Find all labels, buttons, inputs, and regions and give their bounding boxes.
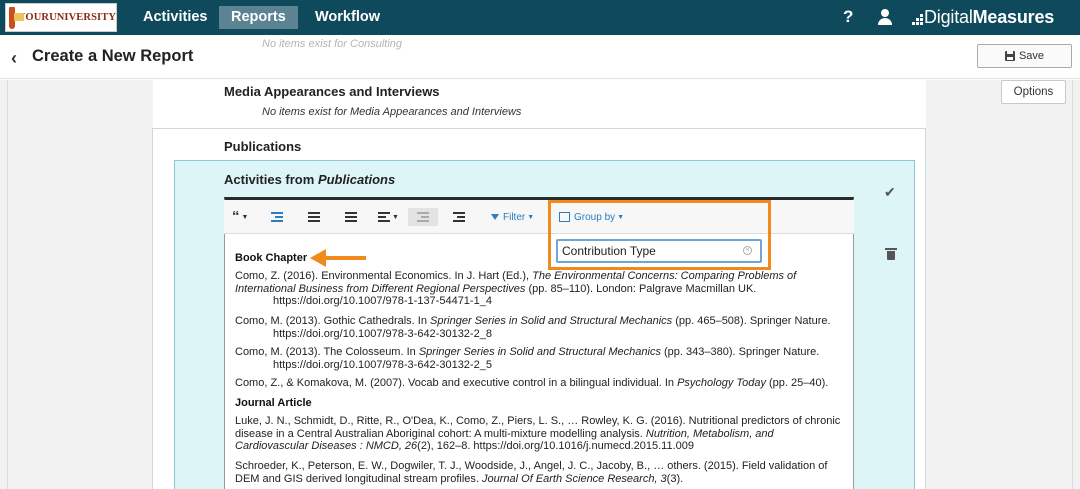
clear-icon[interactable]: × — [743, 246, 752, 255]
floppy-disk-icon — [1004, 51, 1015, 61]
brand-bold: Measures — [972, 7, 1055, 27]
numbered-list-button[interactable] — [345, 208, 357, 226]
outdent-button[interactable] — [408, 208, 438, 226]
filter-label: Filter — [503, 211, 526, 223]
activities-from-heading: Activities from Publications — [224, 172, 395, 187]
shield-logo-icon — [9, 6, 24, 29]
dm-dots-icon — [912, 11, 923, 25]
page-title: Create a New Report — [32, 47, 194, 65]
back-chevron-icon[interactable]: ‹ — [11, 48, 17, 69]
page-header: ‹ Create a New Report No items exist for… — [0, 35, 1080, 79]
citation-item: Como, M. (2013). Gothic Cathedrals. In S… — [235, 315, 831, 340]
group-title-journal-article: Journal Article — [235, 397, 312, 409]
citation-item: Como, Z., & Komakova, M. (2007). Vocab a… — [235, 377, 829, 389]
options-button[interactable]: Options — [1001, 80, 1066, 104]
user-icon[interactable] — [878, 9, 892, 25]
filter-dropdown[interactable]: Filter ▼ — [491, 208, 534, 226]
save-label: Save — [1018, 50, 1045, 62]
align-left-icon — [378, 212, 390, 222]
numbered-list-icon — [345, 212, 357, 222]
trash-icon[interactable] — [885, 248, 897, 260]
right-divider — [1072, 80, 1073, 489]
indent-button[interactable] — [453, 208, 465, 226]
publications-heading: Publications — [224, 139, 302, 154]
group-by-value: Contribution Type — [562, 244, 656, 258]
logo-text: YOURUNIVERSITY — [17, 12, 116, 23]
citation-item: Schroeder, K., Peterson, E. W., Dogwiler… — [235, 460, 828, 485]
nav-reports[interactable]: Reports — [219, 6, 298, 29]
ghost-section-note: No items exist for Consulting — [262, 38, 402, 50]
align-dropdown[interactable]: ▼ — [378, 208, 399, 226]
quote-icon: “ — [232, 208, 240, 225]
filter-icon — [491, 214, 499, 220]
citation-item: Como, M. (2013). The Colosseum. In Sprin… — [235, 346, 820, 371]
activities-from-source: Publications — [317, 172, 396, 187]
bullet-list-icon — [308, 212, 320, 222]
media-section-heading: Media Appearances and Interviews — [224, 84, 440, 99]
outdent-icon — [417, 212, 429, 222]
save-button[interactable]: Save — [977, 44, 1072, 68]
digital-measures-logo: Digital Measures — [912, 7, 1054, 28]
checkmark-icon[interactable]: ✔ — [884, 184, 896, 201]
university-logo[interactable]: YOURUNIVERSITY — [5, 3, 117, 32]
help-icon[interactable]: ? — [843, 7, 853, 27]
left-divider — [7, 80, 8, 489]
hanging-indent-button[interactable] — [271, 208, 283, 226]
citation-style-dropdown[interactable]: “▼ — [232, 208, 248, 226]
media-empty-note: No items exist for Media Appearances and… — [262, 106, 522, 118]
brand-light: Digital — [924, 7, 973, 27]
indent-icon — [453, 212, 465, 222]
nav-workflow[interactable]: Workflow — [303, 6, 392, 29]
top-nav-bar: YOURUNIVERSITY Activities Reports Workfl… — [0, 0, 1080, 35]
activities-from-label: Activities from — [224, 172, 315, 187]
citation-item: Luke, J. N., Schmidt, D., Ritte, R., O'D… — [235, 415, 841, 452]
bullet-list-button[interactable] — [308, 208, 320, 226]
annotation-arrow-icon — [310, 249, 366, 267]
hanging-indent-icon — [271, 212, 283, 222]
group-title-book-chapter: Book Chapter — [235, 252, 308, 264]
group-by-input[interactable]: Contribution Type × — [556, 239, 762, 263]
nav-activities[interactable]: Activities — [131, 6, 219, 29]
citation-item: Como, Z. (2016). Environmental Economics… — [235, 270, 797, 307]
